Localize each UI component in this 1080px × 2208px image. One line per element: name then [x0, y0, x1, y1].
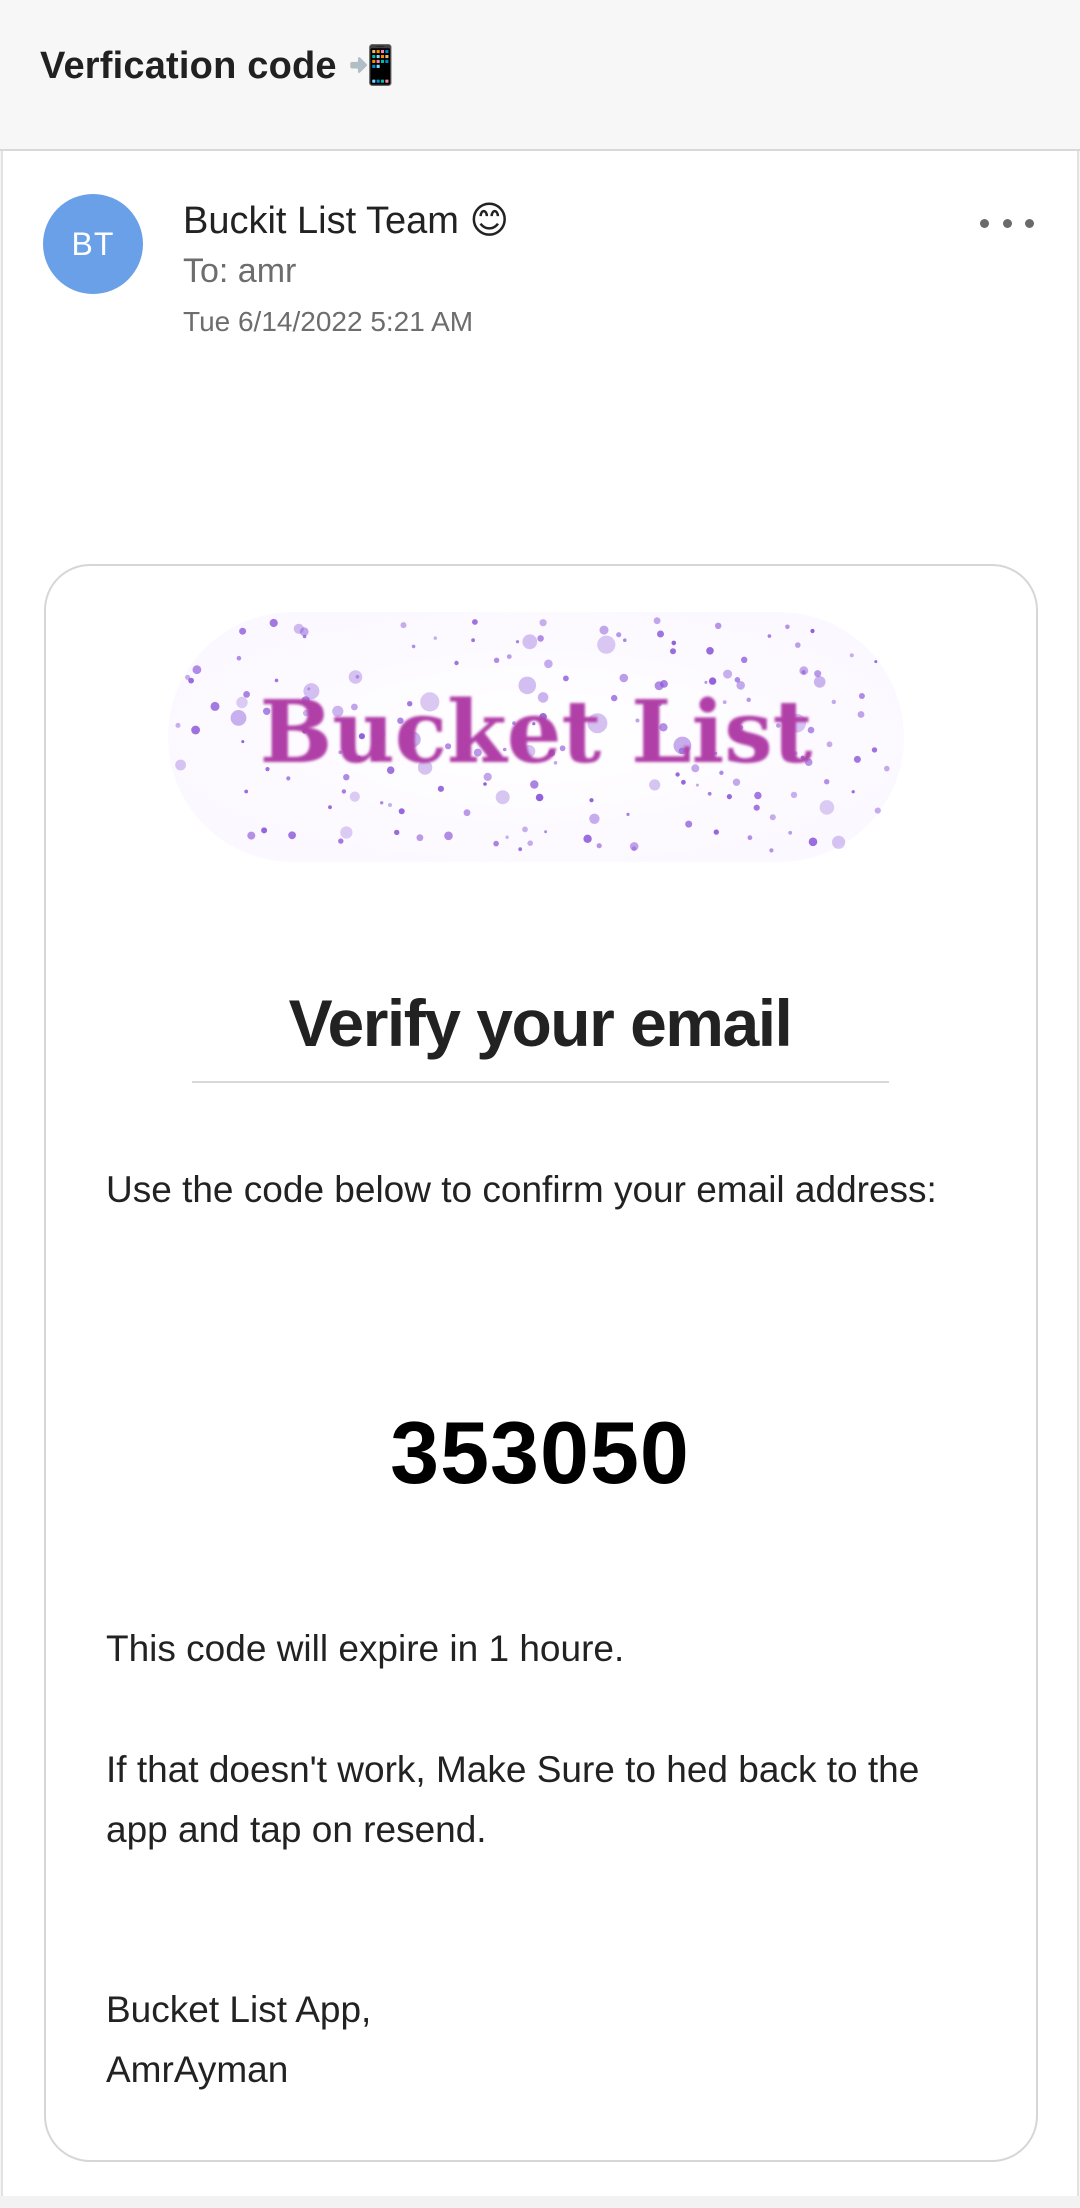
instruction-text: Use the code below to confirm your email… [106, 1169, 937, 1210]
sender-name[interactable]: Buckit List Team 😊 [183, 198, 509, 243]
signature-app: Bucket List App, [106, 1989, 372, 2030]
expiry-text: This code will expire in 1 houre. [106, 1628, 625, 1669]
subject-bar: Verfication code 📲 [0, 0, 1080, 151]
recipient-line[interactable]: To: amr [183, 252, 296, 291]
email-subject: Verfication code 📲 [40, 44, 395, 88]
more-options-icon[interactable] [980, 203, 1034, 243]
fallback-text: If that doesn't work, Make Sure to hed b… [106, 1749, 920, 1850]
logo-text: Bucket List [260, 682, 813, 783]
sender-avatar[interactable]: BT [43, 194, 143, 294]
heading-divider [192, 1081, 889, 1083]
sent-date: Tue 6/14/2022 5:21 AM [183, 306, 474, 337]
bottom-edge [0, 2196, 1080, 2208]
signature-author: AmrAyman [106, 2049, 289, 2090]
phone-arrow-emoji-icon: 📲 [347, 45, 396, 87]
subject-text: Verfication code [40, 45, 337, 87]
verification-code[interactable]: 353050 [0, 1402, 1080, 1504]
bucket-list-logo: Bucket List [168, 612, 904, 862]
verify-heading: Verify your email [288, 986, 793, 1060]
